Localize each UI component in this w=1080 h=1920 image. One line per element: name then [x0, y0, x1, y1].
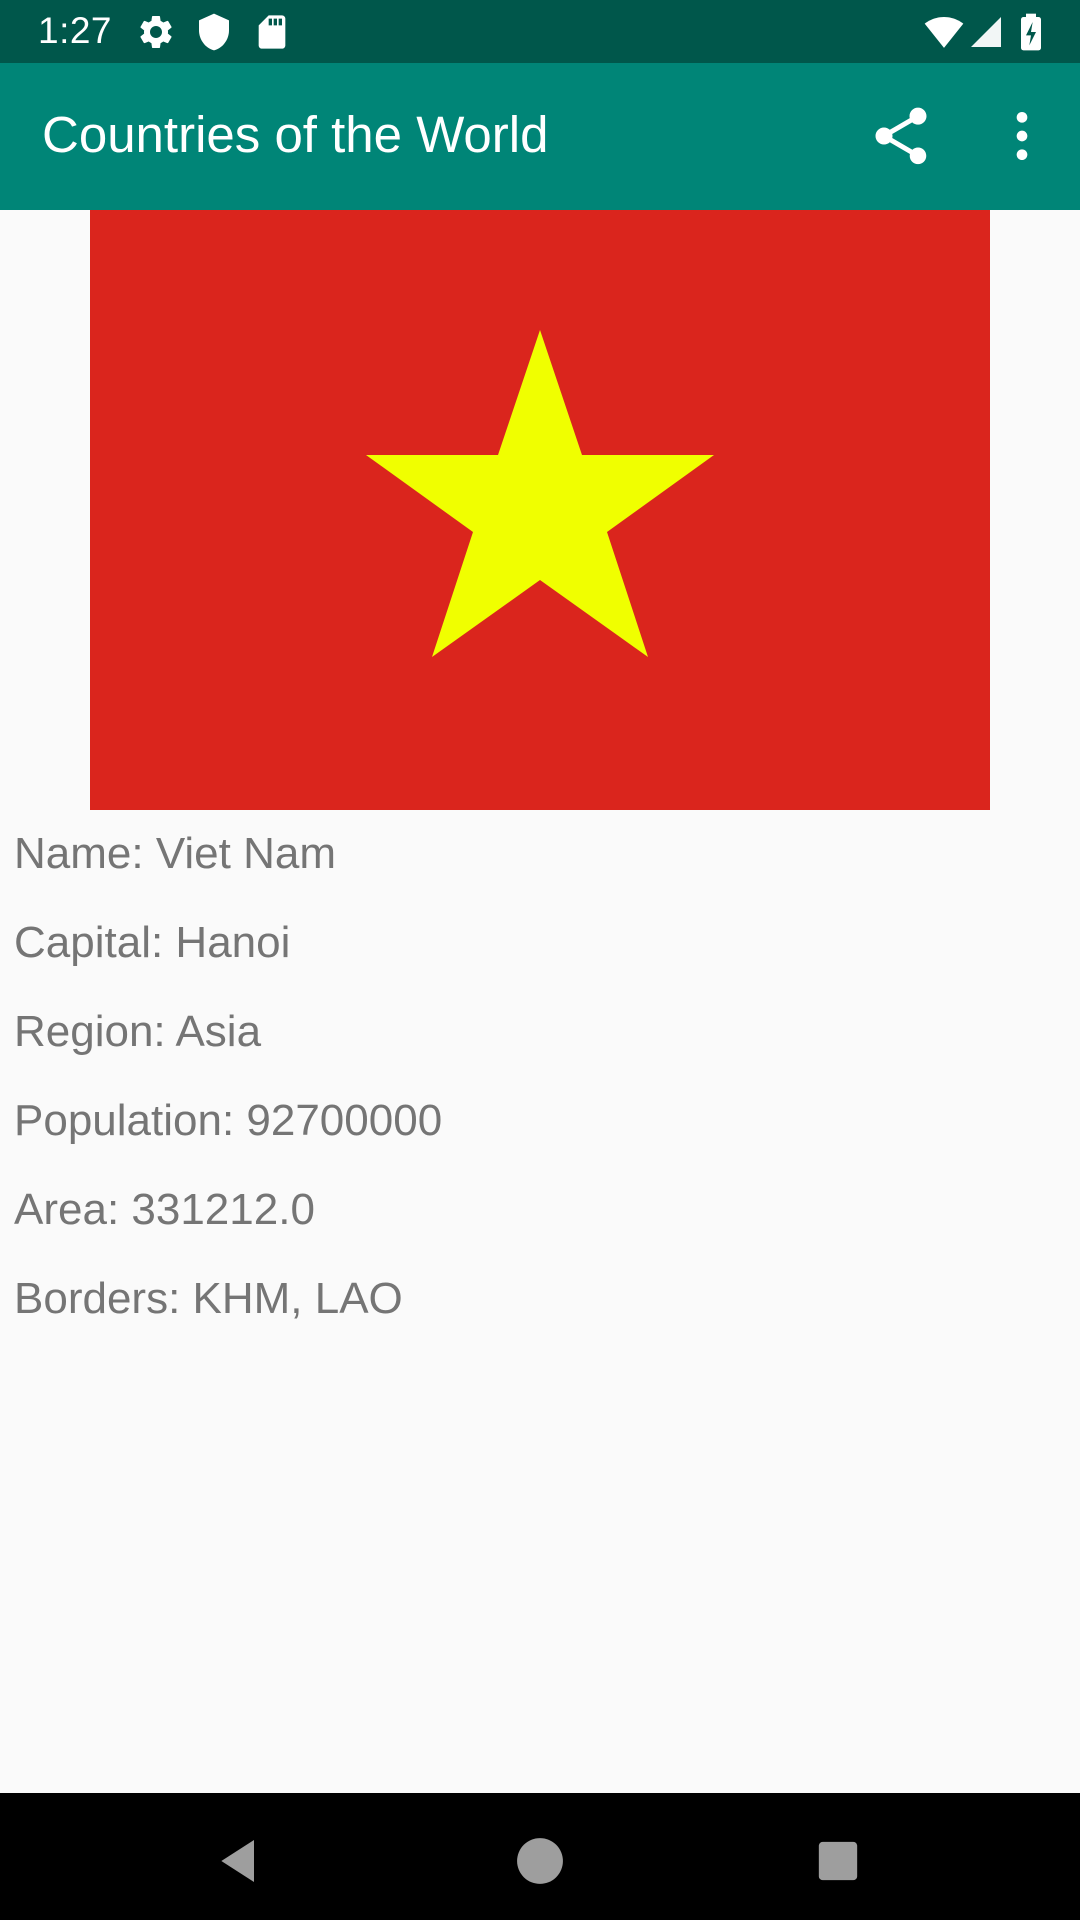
share-icon[interactable] — [861, 96, 941, 176]
settings-icon — [136, 12, 176, 52]
shield-icon — [194, 12, 234, 52]
home-icon[interactable] — [500, 1821, 580, 1901]
country-population: Population: 92700000 — [14, 1096, 443, 1145]
recents-icon[interactable] — [798, 1821, 878, 1901]
country-area: Area: 331212.0 — [14, 1185, 315, 1234]
app-bar: Countries of the World — [0, 63, 1080, 210]
battery-charging-icon — [1016, 12, 1056, 52]
country-capital: Capital: Hanoi — [14, 918, 291, 967]
app-title: Countries of the World — [42, 106, 549, 163]
country-borders: Borders: KHM, LAO — [14, 1274, 403, 1323]
cell-signal-icon — [968, 12, 1008, 52]
wifi-icon — [922, 12, 964, 52]
overflow-menu-icon[interactable] — [982, 96, 1062, 176]
system-nav-bar — [0, 1793, 1080, 1920]
country-region: Region: Asia — [14, 1007, 262, 1056]
sd-card-icon — [252, 12, 292, 52]
back-icon[interactable] — [200, 1821, 280, 1901]
status-bar: 1:27 — [0, 0, 1080, 63]
country-flag-image — [90, 210, 990, 810]
status-time: 1:27 — [38, 10, 113, 51]
country-detail: Name: Viet Nam Capital: Hanoi Region: As… — [0, 210, 1080, 1793]
country-name: Name: Viet Nam — [14, 829, 336, 878]
